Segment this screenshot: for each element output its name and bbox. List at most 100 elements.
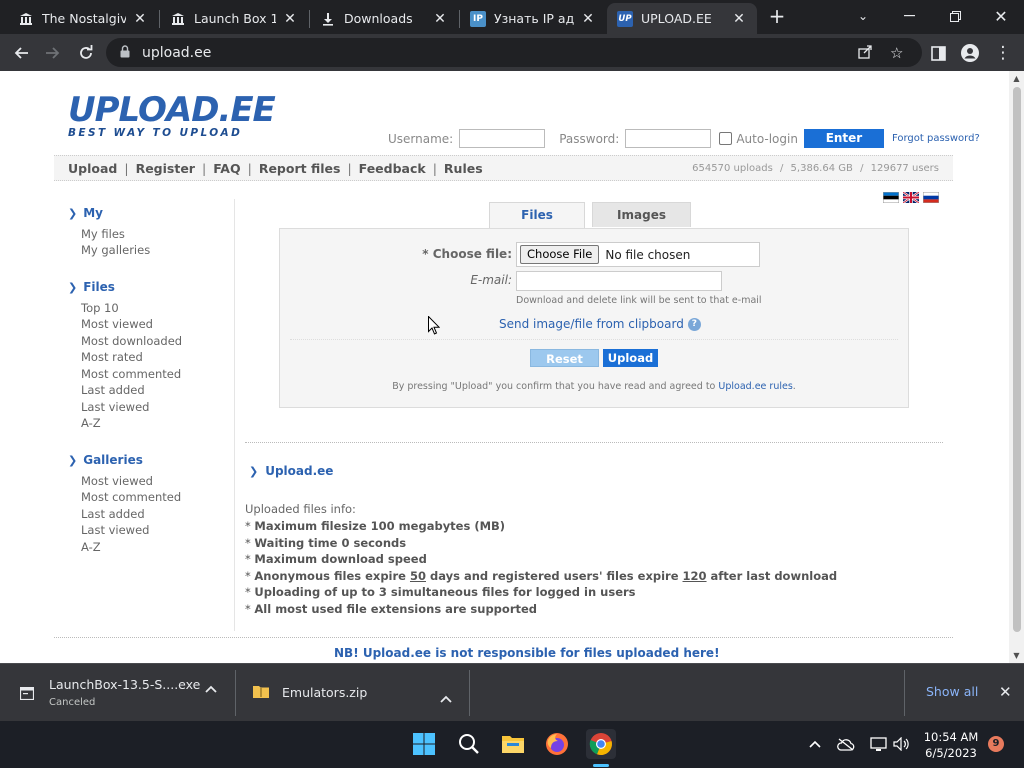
sidebar-item-a-z[interactable]: A-Z <box>81 416 101 430</box>
stats-separator: / <box>860 163 864 174</box>
close-icon[interactable]: ✕ <box>580 11 596 27</box>
tab-ip-address[interactable]: IP Узнать IP адрес ✕ <box>460 3 606 34</box>
sidebar-item-galleries-last-viewed[interactable]: Last viewed <box>81 523 149 537</box>
sidebar-item-galleries-most-viewed[interactable]: Most viewed <box>81 474 153 488</box>
sidebar-heading-files[interactable]: ❯ Files <box>68 280 115 294</box>
download-filename: Emulators.zip <box>282 685 368 700</box>
sidebar-item-galleries-last-added[interactable]: Last added <box>81 507 145 521</box>
sidebar-heading-galleries[interactable]: ❯ Galleries <box>68 453 143 467</box>
tab-downloads[interactable]: Downloads ✕ <box>310 3 458 34</box>
menu-kebab-icon[interactable]: ⋮ <box>988 38 1018 68</box>
tray-chevron-up-icon[interactable] <box>800 729 830 759</box>
windows-start-icon[interactable] <box>409 729 439 759</box>
close-icon[interactable]: ✕ <box>731 11 747 27</box>
nav-faq[interactable]: FAQ <box>213 161 240 176</box>
chevron-up-icon[interactable] <box>440 688 452 707</box>
tab-title: Launch Box 13.5 <box>194 11 276 26</box>
download-item-emulators[interactable]: Emulators.zip <box>236 664 468 722</box>
chrome-icon[interactable] <box>586 729 616 759</box>
scroll-up-arrow-icon[interactable]: ▲ <box>1009 74 1024 83</box>
file-explorer-icon[interactable] <box>498 729 528 759</box>
scrollbar-thumb[interactable] <box>1013 87 1021 632</box>
sidebar-item-galleries-a-z[interactable]: A-Z <box>81 540 101 554</box>
profile-icon[interactable] <box>955 38 985 68</box>
reset-button[interactable]: Reset <box>530 349 599 367</box>
sidebar-item-top-10[interactable]: Top 10 <box>81 301 119 315</box>
info-line: * Uploading of up to 3 simultaneous file… <box>245 585 636 600</box>
close-icon[interactable]: ✕ <box>132 11 148 27</box>
system-clock[interactable]: 10:54 AM 6/5/2023 <box>918 729 984 761</box>
forward-button[interactable] <box>38 38 68 68</box>
tab-upload-ee[interactable]: UP UPLOAD.EE ✕ <box>607 3 757 34</box>
close-icon[interactable]: ✕ <box>432 11 448 27</box>
sidebar-item-most-commented[interactable]: Most commented <box>81 367 181 381</box>
volume-icon[interactable] <box>886 729 916 759</box>
chevron-up-icon[interactable] <box>205 681 217 697</box>
sidebar-item-most-downloaded[interactable]: Most downloaded <box>81 334 182 348</box>
notification-badge[interactable]: 9 <box>988 736 1004 752</box>
site-logo[interactable]: UPLOAD.EE BEST WAY TO UPLOAD <box>68 93 276 139</box>
tab-images[interactable]: Images <box>592 202 691 227</box>
scroll-down-arrow-icon[interactable]: ▼ <box>1009 651 1024 660</box>
search-icon[interactable] <box>454 729 484 759</box>
autologin-checkbox[interactable] <box>719 132 733 145</box>
url-text[interactable]: upload.ee <box>142 45 211 61</box>
nav-separator: | <box>247 161 252 176</box>
address-bar[interactable]: upload.ee ☆ <box>106 38 922 67</box>
nav-feedback[interactable]: Feedback <box>359 161 426 176</box>
sidebar-item-most-viewed[interactable]: Most viewed <box>81 317 153 331</box>
sidebar-item-galleries-most-commented[interactable]: Most commented <box>81 490 181 504</box>
nav-register[interactable]: Register <box>136 161 195 176</box>
flag-uk-icon[interactable] <box>902 188 920 204</box>
close-window-button[interactable]: ✕ <box>978 0 1024 32</box>
sidebar-item-most-rated[interactable]: Most rated <box>81 350 143 364</box>
bookmark-star-icon[interactable]: ☆ <box>890 44 903 62</box>
nav-report-files[interactable]: Report files <box>259 161 341 176</box>
info-heading[interactable]: ❯ Upload.ee <box>249 464 333 478</box>
close-icon[interactable]: ✕ <box>282 11 298 27</box>
tab-nostalgivault[interactable]: The Nostalgivau ✕ <box>8 3 158 34</box>
form-divider <box>290 339 898 340</box>
enter-button[interactable]: Enter <box>803 129 884 148</box>
firefox-icon[interactable] <box>542 729 572 759</box>
sidebar-item-my-galleries[interactable]: My galleries <box>81 243 150 257</box>
zip-folder-icon <box>252 684 270 703</box>
sidebar-item-last-viewed[interactable]: Last viewed <box>81 400 149 414</box>
sidebar-heading-my[interactable]: ❯ My <box>68 206 103 220</box>
lock-icon[interactable] <box>120 45 130 61</box>
tab-files[interactable]: Files <box>489 202 585 229</box>
side-panel-icon[interactable] <box>923 38 953 68</box>
tab-search-chevron-icon[interactable]: ⌄ <box>840 0 886 32</box>
nav-rules[interactable]: Rules <box>444 161 483 176</box>
forgot-password-link[interactable]: Forgot password? <box>892 133 980 144</box>
upload-button[interactable]: Upload <box>603 349 658 367</box>
clipboard-link[interactable]: Send image/file from clipboard ? <box>499 317 701 331</box>
email-label: E-mail: <box>470 273 512 287</box>
page-scrollbar[interactable]: ▲ ▼ <box>1009 71 1024 663</box>
share-icon[interactable] <box>858 44 873 63</box>
rules-link[interactable]: Upload.ee rules <box>718 381 792 392</box>
flag-estonia-icon[interactable] <box>883 188 899 203</box>
clipboard-link-text[interactable]: Send image/file from clipboard <box>499 317 684 331</box>
download-item-launchbox[interactable]: LaunchBox-13.5-S....exe Canceled <box>0 664 232 722</box>
username-input[interactable] <box>459 129 546 148</box>
windows-taskbar: 10:54 AM 6/5/2023 9 <box>0 721 1024 768</box>
password-input[interactable] <box>625 129 712 148</box>
minimize-button[interactable] <box>886 0 932 32</box>
close-shelf-icon[interactable]: ✕ <box>999 683 1012 701</box>
sidebar-item-my-files[interactable]: My files <box>81 227 125 241</box>
help-icon[interactable]: ? <box>687 317 701 331</box>
new-tab-button[interactable]: + <box>760 0 794 32</box>
reload-button[interactable] <box>71 38 101 68</box>
nav-upload[interactable]: Upload <box>68 161 117 176</box>
onedrive-offline-icon[interactable] <box>831 729 861 759</box>
email-input[interactable] <box>516 271 722 291</box>
show-all-button[interactable]: Show all <box>926 684 978 699</box>
sidebar-item-last-added[interactable]: Last added <box>81 383 145 397</box>
flag-russia-icon[interactable] <box>923 188 939 203</box>
restore-button[interactable] <box>932 0 978 32</box>
back-button[interactable] <box>6 38 36 68</box>
tab-launchbox[interactable]: Launch Box 13.5 ✕ <box>160 3 308 34</box>
file-input[interactable]: Choose File No file chosen <box>516 242 760 267</box>
choose-file-button[interactable]: Choose File <box>520 245 600 264</box>
